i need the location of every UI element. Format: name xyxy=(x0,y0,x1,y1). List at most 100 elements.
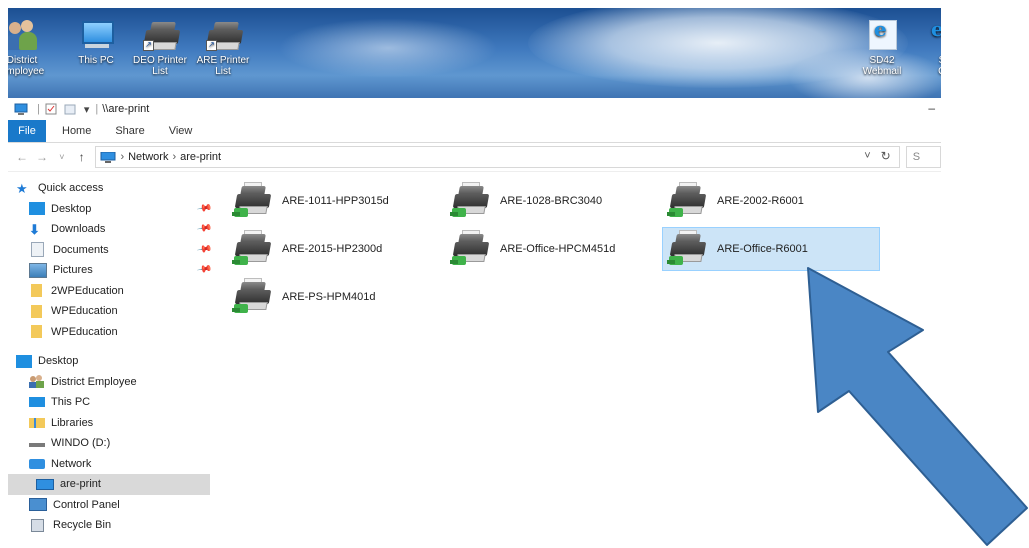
sidebar-item-label: Libraries xyxy=(51,416,94,429)
printer-name: ARE-2015-HP2300d xyxy=(282,243,383,255)
sidebar-item-control-panel[interactable]: Control Panel xyxy=(8,495,210,516)
internet-explorer-icon: e xyxy=(865,18,899,52)
recycle-bin-icon xyxy=(31,518,44,532)
printer-name: ARE-1028-BRC3040 xyxy=(500,195,603,207)
computer-icon xyxy=(36,478,54,490)
users-icon xyxy=(29,375,45,389)
desktop-icon-deo-printer-list[interactable]: ↗ DEO Printer List xyxy=(128,18,192,77)
sidebar-item-label: Downloads xyxy=(51,223,106,236)
printer-name: ARE-1011-HPP3015d xyxy=(282,195,389,207)
sidebar-item-libraries[interactable]: Libraries xyxy=(8,413,210,434)
network-icon xyxy=(100,151,116,163)
printer-name: ARE-Office-R6001 xyxy=(717,243,808,255)
desktop-icon-this-pc[interactable]: This PC xyxy=(64,18,128,66)
desktop-icon-district-employee[interactable]: District Employee xyxy=(8,18,54,77)
ribbon-tabs: File Home Share View xyxy=(8,120,941,143)
desktop-icon-label: O xyxy=(910,66,941,77)
drive-icon xyxy=(29,443,45,448)
printer-item[interactable]: ARE-2002-R6001 xyxy=(663,180,879,222)
desktop-icon-sd42-webmail[interactable]: e SD42 Webmail xyxy=(850,18,914,77)
desktop-background: District Employee This PC ↗ DEO Printer … xyxy=(8,8,941,98)
sidebar-item-district-employee[interactable]: District Employee xyxy=(8,372,210,393)
back-button[interactable]: ← xyxy=(16,150,28,164)
navigation-pane: ★ Quick access Desktop 📌 ⬇ Downloads 📌 D… xyxy=(8,178,213,548)
quick-access-dropdown-icon[interactable]: ▾ xyxy=(84,103,90,116)
sidebar-item-label: WPEducation xyxy=(51,305,118,318)
file-explorer-window: | ▾ | \\are-print – File Home Share View… xyxy=(8,98,942,548)
sidebar-item-label: WPEducation xyxy=(51,325,118,338)
sidebar-item-recycle-bin[interactable]: Recycle Bin xyxy=(8,515,210,536)
desktop-icon-label: List xyxy=(215,66,231,77)
refresh-icon[interactable]: ↻ xyxy=(881,149,891,163)
folder-icon xyxy=(31,284,42,298)
desktop-icon xyxy=(29,202,45,216)
tab-file[interactable]: File xyxy=(8,120,46,142)
tab-share[interactable]: Share xyxy=(103,120,156,142)
breadcrumb-network[interactable]: Network xyxy=(128,151,168,163)
sidebar-item-folder[interactable]: 2WPEducation xyxy=(8,281,210,302)
pictures-icon xyxy=(29,262,47,278)
sidebar-item-label: District Employee xyxy=(51,375,137,388)
desktop-icon-label: SD42 xyxy=(869,55,895,66)
breadcrumb-are-print[interactable]: are-print xyxy=(180,151,221,163)
sidebar-item-desktop[interactable]: Desktop xyxy=(8,351,210,372)
download-icon: ⬇ xyxy=(29,221,40,237)
star-icon: ★ xyxy=(16,180,28,196)
desktop-icon-are-printer-list[interactable]: ↗ ARE Printer List xyxy=(191,18,255,77)
sidebar-item-documents[interactable]: Documents 📌 xyxy=(8,240,213,261)
pin-icon[interactable]: 📌 xyxy=(196,261,213,277)
pin-icon[interactable]: 📌 xyxy=(196,220,213,236)
sidebar-item-label: Recycle Bin xyxy=(53,519,112,532)
sidebar-item-network[interactable]: Network xyxy=(8,454,210,475)
printer-item[interactable]: ARE-Office-HPCM451d xyxy=(446,228,662,270)
sidebar-item-pictures[interactable]: Pictures 📌 xyxy=(8,260,213,281)
breadcrumb-separator: › xyxy=(120,151,125,163)
sidebar-item-are-print[interactable]: are-print xyxy=(8,474,210,495)
sidebar-item-label: 2WPEducation xyxy=(51,284,124,297)
printer-name: ARE-2002-R6001 xyxy=(717,195,804,207)
printer-item-selected[interactable]: ARE-Office-R6001 xyxy=(662,227,880,271)
sidebar-item-downloads[interactable]: ⬇ Downloads 📌 xyxy=(8,219,213,240)
pin-icon[interactable]: 📌 xyxy=(196,200,213,216)
computer-icon xyxy=(79,18,114,52)
navigation-bar: ← → ˅ ↑ › Network › are-print ˅ ↻ S xyxy=(8,143,942,172)
sidebar-item-folder[interactable]: WPEducation xyxy=(8,301,210,322)
sidebar-item-quick-access[interactable]: ★ Quick access xyxy=(8,178,210,199)
minimize-button[interactable]: – xyxy=(928,101,935,115)
folder-icon xyxy=(31,325,42,339)
sidebar-item-label: Desktop xyxy=(38,355,79,368)
up-button[interactable]: ↑ xyxy=(76,150,88,164)
desktop-icon-label: Webmail xyxy=(862,66,902,77)
breadcrumb-separator: › xyxy=(172,151,177,163)
sidebar-item-label: WINDO (D:) xyxy=(51,437,111,450)
desktop-icon-partial[interactable]: e S O xyxy=(910,18,941,77)
sidebar-item-label: Pictures xyxy=(53,264,93,277)
desktop-icon-label: List xyxy=(152,66,168,77)
search-input[interactable]: S xyxy=(905,146,942,168)
printer-item[interactable]: ARE-1011-HPP3015d xyxy=(228,180,444,222)
new-folder-icon[interactable] xyxy=(63,103,77,115)
forward-button[interactable]: → xyxy=(36,150,48,164)
printer-item[interactable]: ARE-PS-HPM401d xyxy=(228,276,444,318)
desktop-icon-label: S xyxy=(910,55,941,66)
sidebar-item-folder[interactable]: WPEducation xyxy=(8,322,210,343)
sidebar-item-drive-d[interactable]: WINDO (D:) xyxy=(8,433,210,454)
sidebar-item-this-pc[interactable]: This PC xyxy=(8,392,210,413)
recent-locations-button[interactable]: ˅ xyxy=(56,152,68,162)
properties-icon[interactable] xyxy=(44,103,58,115)
printer-icon xyxy=(667,230,709,268)
printer-icon xyxy=(232,182,274,220)
desktop-icon xyxy=(16,354,32,368)
desktop-icon-label: Employee xyxy=(8,66,45,77)
tab-home[interactable]: Home xyxy=(46,120,103,142)
printer-item[interactable]: ARE-1028-BRC3040 xyxy=(446,180,662,222)
computer-icon xyxy=(14,103,28,115)
address-dropdown-icon[interactable]: ˅ xyxy=(864,150,870,162)
sidebar-item-desktop-pinned[interactable]: Desktop 📌 xyxy=(8,199,213,220)
pin-icon[interactable]: 📌 xyxy=(196,241,213,257)
printer-item[interactable]: ARE-2015-HP2300d xyxy=(228,228,444,270)
sidebar-item-label: This PC xyxy=(51,396,91,409)
tab-view[interactable]: View xyxy=(157,120,205,142)
address-bar[interactable]: › Network › are-print ˅ ↻ xyxy=(95,146,900,168)
printer-shortcut-icon: ↗ xyxy=(206,18,244,52)
